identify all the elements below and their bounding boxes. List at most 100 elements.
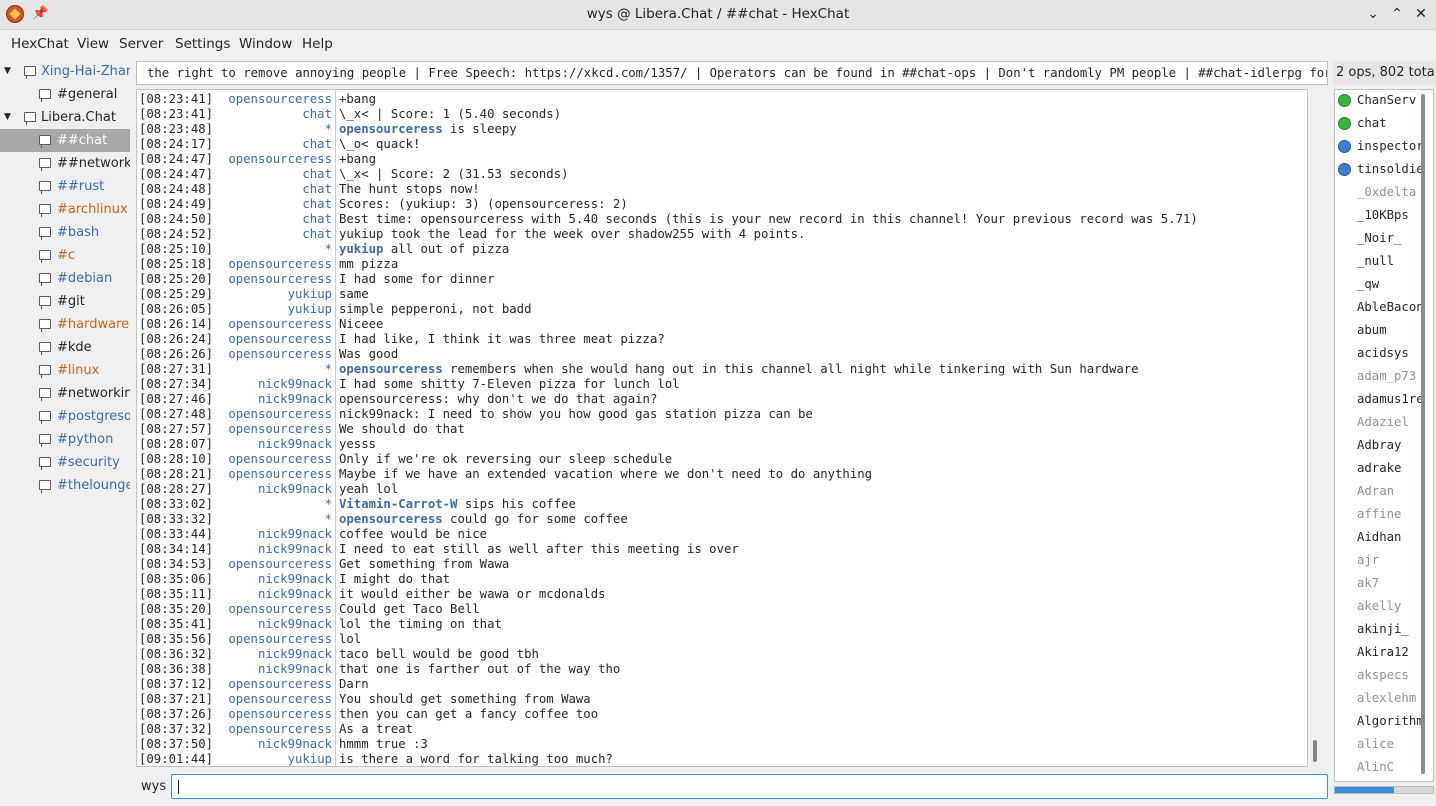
chat-nick[interactable]: nick99nack: [258, 392, 332, 407]
chat-log[interactable]: [08:23:41] opensourceress +bang [08:23:41] c…: [136, 89, 1308, 767]
tree-channel-python[interactable]: #python: [0, 428, 130, 451]
user-list-item[interactable]: acidsys: [1335, 342, 1421, 365]
chat-nick[interactable]: nick99nack: [258, 437, 332, 452]
user-list-item[interactable]: _Noir_: [1335, 227, 1421, 250]
tree-channel-linux[interactable]: #linux: [0, 359, 130, 382]
chat-nick[interactable]: yukiup: [288, 287, 332, 302]
chat-nick[interactable]: nick99nack: [258, 587, 332, 602]
tree-channel-networking[interactable]: #networking: [0, 382, 130, 405]
close-button[interactable]: ✕: [1412, 5, 1430, 23]
tree-channel-git[interactable]: #git: [0, 290, 130, 313]
chat-nick[interactable]: nick99nack: [258, 542, 332, 557]
chat-nick[interactable]: opensourceress: [228, 92, 332, 107]
tree-channel-networking[interactable]: ##networking: [0, 152, 130, 175]
tree-channel-debian[interactable]: #debian: [0, 267, 130, 290]
user-list-item[interactable]: Algorithm: [1335, 710, 1421, 733]
tree-network-libera-chat[interactable]: ▼ Libera.Chat: [0, 106, 130, 129]
menu-server[interactable]: Server: [119, 30, 163, 58]
menu-help[interactable]: Help: [302, 30, 333, 58]
chat-nick[interactable]: nick99nack: [258, 647, 332, 662]
user-list-item[interactable]: Adaziel: [1335, 411, 1421, 434]
user-list-item[interactable]: chat: [1335, 112, 1421, 135]
chat-nick[interactable]: nick99nack: [258, 377, 332, 392]
tree-channel-hardware[interactable]: #hardware: [0, 313, 130, 336]
action-nick[interactable]: Vitamin-Carrot-W: [339, 497, 457, 511]
chat-nick[interactable]: opensourceress: [228, 602, 332, 617]
chat-nick[interactable]: opensourceress: [228, 452, 332, 467]
user-list-item[interactable]: ak7: [1335, 572, 1421, 595]
chat-nick[interactable]: nick99nack: [258, 662, 332, 677]
chat-nick[interactable]: opensourceress: [228, 467, 332, 482]
chat-nick[interactable]: nick99nack: [258, 482, 332, 497]
chat-nick[interactable]: opensourceress: [228, 347, 332, 362]
user-list-item[interactable]: _0xdelta: [1335, 181, 1421, 204]
user-list-item[interactable]: inspector: [1335, 135, 1421, 158]
tree-network-xing-hai-zhang[interactable]: ▼ Xing-Hai-Zhang: [0, 60, 130, 83]
chat-nick[interactable]: opensourceress: [228, 692, 332, 707]
chat-nick[interactable]: chat: [302, 167, 332, 182]
user-list-item[interactable]: akelly: [1335, 595, 1421, 618]
action-nick[interactable]: yukiup: [339, 242, 383, 256]
menu-settings[interactable]: Settings: [175, 30, 230, 58]
chat-nick[interactable]: nick99nack: [258, 527, 332, 542]
chat-scrollbar[interactable]: [1313, 740, 1317, 762]
chat-nick[interactable]: nick99nack: [258, 617, 332, 632]
tree-channel-kde[interactable]: #kde: [0, 336, 130, 359]
nick-button[interactable]: wys: [141, 776, 167, 798]
tree-channel-general[interactable]: #general: [0, 83, 130, 106]
user-list-item[interactable]: _10KBps: [1335, 204, 1421, 227]
minimize-button[interactable]: ⌄: [1364, 5, 1382, 23]
user-list-item[interactable]: affine: [1335, 503, 1421, 526]
user-list-item[interactable]: Akira12: [1335, 641, 1421, 664]
chat-nick[interactable]: *: [325, 242, 332, 257]
chat-nick[interactable]: chat: [302, 197, 332, 212]
tree-channel-security[interactable]: #security: [0, 451, 130, 474]
chat-nick[interactable]: opensourceress: [228, 707, 332, 722]
user-list-item[interactable]: Adbray: [1335, 434, 1421, 457]
chat-nick[interactable]: chat: [302, 137, 332, 152]
chat-nick[interactable]: yukiup: [288, 752, 332, 766]
chat-nick[interactable]: opensourceress: [228, 152, 332, 167]
user-list-item[interactable]: adam_p73: [1335, 365, 1421, 388]
menu-view[interactable]: View: [77, 30, 109, 58]
chat-nick[interactable]: chat: [302, 107, 332, 122]
message-input[interactable]: [171, 774, 1328, 799]
menu-window[interactable]: Window: [239, 30, 292, 58]
expander-arrow-icon[interactable]: ▼: [4, 60, 14, 83]
user-list-item[interactable]: Adran: [1335, 480, 1421, 503]
chat-nick[interactable]: opensourceress: [228, 332, 332, 347]
tree-channel-chat[interactable]: ##chat: [0, 129, 130, 152]
user-list-scrollbar[interactable]: [1421, 94, 1425, 774]
chat-nick[interactable]: opensourceress: [228, 317, 332, 332]
chat-nick[interactable]: *: [325, 122, 332, 137]
maximize-button[interactable]: ⌃: [1388, 5, 1406, 23]
tree-channel-archlinux[interactable]: #archlinux: [0, 198, 130, 221]
chat-nick[interactable]: yukiup: [288, 302, 332, 317]
chat-nick[interactable]: chat: [302, 227, 332, 242]
tree-channel-rust[interactable]: ##rust: [0, 175, 130, 198]
tree-channel-thelounge[interactable]: #thelounge: [0, 474, 130, 497]
topic-bar[interactable]: the right to remove annoying people | Fr…: [136, 61, 1328, 85]
user-list-item[interactable]: ChanServ: [1335, 90, 1421, 112]
user-list-item[interactable]: AlinC: [1335, 756, 1421, 779]
chat-nick[interactable]: opensourceress: [228, 407, 332, 422]
action-nick[interactable]: opensourceress: [339, 122, 443, 136]
user-list-item[interactable]: alice: [1335, 733, 1421, 756]
chat-nick[interactable]: chat: [302, 212, 332, 227]
user-list-item[interactable]: AbleBacon: [1335, 296, 1421, 319]
user-list-item[interactable]: _null: [1335, 250, 1421, 273]
tree-channel-postgresql[interactable]: #postgresql: [0, 405, 130, 428]
user-list-item[interactable]: abum: [1335, 319, 1421, 342]
chat-nick[interactable]: *: [325, 497, 332, 512]
chat-nick[interactable]: opensourceress: [228, 272, 332, 287]
tree-channel-bash[interactable]: #bash: [0, 221, 130, 244]
chat-nick[interactable]: *: [325, 362, 332, 377]
chat-nick[interactable]: opensourceress: [228, 677, 332, 692]
action-nick[interactable]: opensourceress: [339, 362, 443, 376]
expander-arrow-icon[interactable]: ▼: [4, 106, 14, 129]
user-list-item[interactable]: tinsoldier: [1335, 158, 1421, 181]
action-nick[interactable]: opensourceress: [339, 512, 443, 526]
user-list-item[interactable]: adrake: [1335, 457, 1421, 480]
chat-nick[interactable]: opensourceress: [228, 722, 332, 737]
user-list-item[interactable]: _qw: [1335, 273, 1421, 296]
